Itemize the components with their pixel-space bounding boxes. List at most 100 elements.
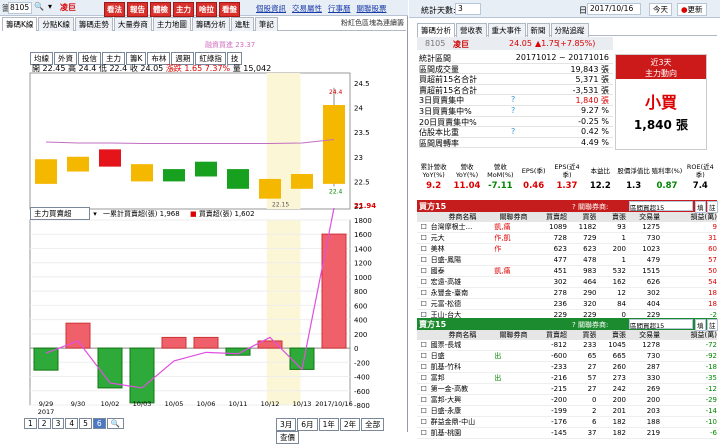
row-checkbox[interactable]: ☐ — [417, 233, 431, 244]
table-cell: 27 — [587, 385, 597, 393]
action-button-1[interactable]: 報告 — [127, 2, 148, 17]
volume-bar — [33, 347, 59, 371]
row-checkbox[interactable]: ☐ — [417, 277, 431, 288]
info-link-3[interactable]: 關聯股票 — [357, 4, 387, 13]
row-checkbox[interactable]: ☐ — [417, 266, 431, 277]
right-tab-4[interactable]: 分點追蹤 — [550, 23, 589, 37]
help-icon[interactable]: ? — [511, 127, 515, 136]
page-button-4[interactable]: 5 — [79, 418, 92, 429]
date-input[interactable]: 2017/10/16 — [587, 3, 641, 15]
stock-code-input[interactable]: 8105 — [8, 2, 32, 14]
table-row[interactable]: ☐ 凱基-竹科 -233 27 260 287 -18 — [417, 362, 717, 373]
page-button-2[interactable]: 3 — [51, 418, 65, 429]
sell-fill-button[interactable]: 填 — [695, 319, 706, 331]
table-cell: 65 — [587, 352, 597, 360]
buy-fill-button[interactable]: 填 — [695, 201, 706, 213]
right-tab-2[interactable]: 重大事件 — [487, 23, 526, 37]
row-checkbox[interactable]: ☐ — [417, 406, 431, 417]
table-row[interactable]: ☐ 台灣摩根士... 凱,痛 1089 1182 93 1275 9 — [417, 222, 717, 233]
left-tab-4[interactable]: 主力地圖 — [152, 17, 191, 31]
table-row[interactable]: ☐ 宏遠-高雄 302 464 162 626 54 — [417, 277, 717, 288]
sell-help-icon[interactable]: ? — [572, 321, 576, 329]
page-button-5[interactable]: 6 — [92, 418, 106, 429]
dropdown-arrow-icon[interactable]: ▾ — [48, 2, 52, 11]
left-tab-1[interactable]: 分點K線 — [38, 17, 74, 31]
sell-assoc-select[interactable]: 區間買超15 — [629, 319, 693, 330]
row-checkbox[interactable]: ☐ — [417, 299, 431, 310]
sell-note-button[interactable]: 註 — [707, 319, 718, 331]
page-button-0[interactable]: 1 — [24, 418, 37, 429]
table-row[interactable]: ☐ 群益金鼎-中山 -176 6 182 188 -10 — [417, 417, 717, 428]
table-row[interactable]: ☐ 日盛-永康 -199 2 201 203 -14 — [417, 406, 717, 417]
row-checkbox[interactable]: ☐ — [417, 373, 431, 384]
info-link-0[interactable]: 個股資訊 — [256, 4, 286, 13]
action-button-0[interactable]: 看法 — [104, 2, 125, 17]
period-buttons: 3月 6月 1年 2年 全部查價 — [276, 418, 407, 444]
action-button-2[interactable]: 體檢 — [150, 2, 171, 17]
table-cell: 269 — [646, 385, 661, 393]
right-tab-3[interactable]: 新聞 — [526, 23, 550, 37]
table-row[interactable]: ☐ 元大 作,凱 728 729 1 730 31 — [417, 233, 717, 244]
right-tab-0[interactable]: 籌碼分析 — [417, 23, 455, 37]
row-checkbox[interactable]: ☐ — [417, 340, 431, 351]
period-button-1[interactable]: 6月 — [297, 418, 318, 431]
table-row[interactable]: ☐ 國泰 凱,痛 451 983 532 1515 50 — [417, 266, 717, 277]
table-row[interactable]: ☐ 第一金-高教 -215 27 242 269 -12 — [417, 384, 717, 395]
fund-value: 1.37 — [556, 181, 578, 191]
table-row[interactable]: ☐ 富邦-大興 -200 0 200 200 -29 — [417, 395, 717, 406]
row-checkbox[interactable]: ☐ — [417, 222, 431, 233]
help-icon[interactable]: ? — [511, 95, 515, 104]
left-tab-5[interactable]: 籌碼分析 — [191, 17, 230, 31]
row-checkbox[interactable]: ☐ — [417, 428, 431, 439]
info-link-1[interactable]: 交易屬性 — [292, 4, 322, 13]
table-row[interactable]: ☐ 美林 作 623 623 200 1023 60 — [417, 244, 717, 255]
row-checkbox[interactable]: ☐ — [417, 362, 431, 373]
period-button-4[interactable]: 全部 — [361, 418, 385, 431]
help-icon[interactable]: ? — [511, 106, 515, 115]
page-button-3[interactable]: 4 — [65, 418, 79, 429]
table-row[interactable]: ☐ 永豐金-臺南 278 290 12 302 18 — [417, 288, 717, 299]
lower-select-arrow-icon[interactable]: ▾ — [93, 210, 97, 218]
row-checkbox[interactable]: ☐ — [417, 417, 431, 428]
period-button-5[interactable]: 查價 — [276, 431, 299, 444]
stat-days-select[interactable]: 3 — [455, 3, 481, 15]
zoom-icon[interactable]: 🔍 — [106, 418, 125, 429]
table-row[interactable]: ☐ 日盛-鳳陽 477 478 1 479 57 — [417, 255, 717, 266]
row-checkbox[interactable]: ☐ — [417, 244, 431, 255]
action-button-5[interactable]: 看盤 — [219, 2, 240, 17]
left-tab-0[interactable]: 籌碼K線 — [2, 17, 38, 31]
row-checkbox[interactable]: ☐ — [417, 288, 431, 299]
buy-title: 買方15 — [419, 202, 447, 211]
search-icon[interactable]: 🔍 — [34, 2, 44, 11]
left-tab-3[interactable]: 大量券商 — [113, 17, 152, 31]
page-button-1[interactable]: 2 — [37, 418, 51, 429]
table-row[interactable]: ☐ 日盛 出 -600 65 665 730 -92 — [417, 351, 717, 362]
row-checkbox[interactable]: ☐ — [417, 395, 431, 406]
period-button-3[interactable]: 2年 — [339, 418, 361, 431]
buy-help-icon[interactable]: ? — [572, 203, 576, 211]
buy-note-button[interactable]: 註 — [707, 201, 718, 213]
table-row[interactable]: ☐ 凱基-桃園 -145 37 182 219 -6 — [417, 428, 717, 439]
table-row[interactable]: ☐ 國票-長城 -812 233 1045 1278 -72 — [417, 340, 717, 351]
date-label: 9/29 — [39, 400, 54, 408]
action-button-3[interactable]: 主力 — [173, 2, 194, 17]
date-label: 2017/10/16 — [315, 400, 352, 408]
left-tab-7[interactable]: 筆記 — [254, 17, 278, 31]
table-cell: 290 — [583, 289, 597, 297]
table-row[interactable]: ☐ 元富-松德 236 320 84 404 18 — [417, 299, 717, 310]
refresh-button[interactable]: ●更新 — [677, 3, 707, 16]
today-button[interactable]: 今天 — [649, 3, 672, 16]
period-button-0[interactable]: 3月 — [276, 418, 297, 431]
lower-indicator-select[interactable]: 主力買賣超 — [30, 207, 90, 220]
left-tab-6[interactable]: 進駐 — [230, 17, 254, 31]
info-link-2[interactable]: 行事曆 — [328, 4, 351, 13]
row-checkbox[interactable]: ☐ — [417, 351, 431, 362]
row-checkbox[interactable]: ☐ — [417, 384, 431, 395]
action-button-4[interactable]: 啥拉 — [196, 2, 217, 17]
row-checkbox[interactable]: ☐ — [417, 255, 431, 266]
right-tab-1[interactable]: 營收表 — [456, 23, 487, 37]
table-row[interactable]: ☐ 富邦 出 -216 57 273 330 -35 — [417, 373, 717, 384]
period-button-2[interactable]: 1年 — [318, 418, 339, 431]
left-tab-2[interactable]: 籌碼走勢 — [74, 17, 113, 31]
buy-assoc-select[interactable]: 區間買超15 — [629, 201, 693, 212]
